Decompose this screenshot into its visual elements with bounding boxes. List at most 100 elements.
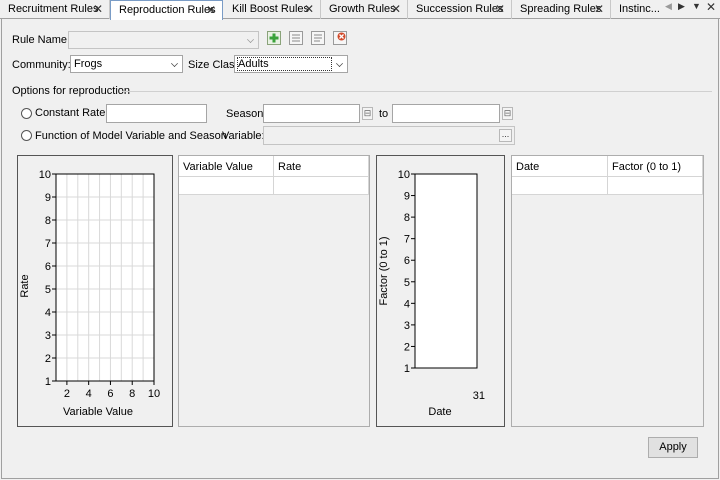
y-tick-label: 2: [45, 353, 51, 365]
tab-label: Reproduction Rules: [119, 4, 216, 16]
y-tick-label: 8: [404, 212, 410, 224]
table-cell[interactable]: [179, 177, 274, 195]
y-tick-label: 10: [39, 169, 51, 181]
add-rule-icon[interactable]: [267, 31, 281, 45]
column-header-rate[interactable]: Rate: [274, 156, 369, 177]
tab-instinct-rules[interactable]: Instinc...: [611, 0, 662, 19]
x-axis-label: Variable Value: [63, 406, 133, 418]
season-to-picker-icon[interactable]: ⊟: [502, 107, 513, 120]
variable-input[interactable]: [263, 126, 515, 145]
table-cell[interactable]: [512, 177, 608, 195]
triangle-left-icon[interactable]: ◀: [665, 1, 672, 12]
close-icon[interactable]: ✕: [304, 0, 314, 18]
y-tick-label: 2: [404, 341, 410, 353]
column-header-date[interactable]: Date: [512, 156, 608, 177]
function-label: Function of Model Variable and Season: [35, 130, 227, 142]
constant-rate-label: Constant Rate:: [35, 107, 109, 119]
y-tick-label: 7: [404, 234, 410, 246]
x-tick-label: 8: [129, 388, 135, 400]
y-axis-label: Rate: [19, 274, 31, 297]
x-tick-label: 4: [86, 388, 92, 400]
season-to-input[interactable]: [392, 104, 500, 123]
rate-table[interactable]: Variable Value Rate: [178, 155, 370, 427]
list-icon[interactable]: [289, 31, 303, 45]
browse-button[interactable]: ...: [499, 129, 512, 142]
y-axis-label: Factor (0 to 1): [378, 236, 390, 305]
tab-recruitment-rules[interactable]: Recruitment Rules ✕: [0, 0, 110, 19]
tab-reproduction-rules[interactable]: Reproduction Rules ✕: [110, 0, 223, 20]
plot-area: [55, 173, 155, 382]
x-tick-label: 31: [473, 390, 485, 402]
y-tick-label: 1: [404, 363, 410, 375]
constant-rate-radio[interactable]: [21, 108, 32, 119]
factor-table[interactable]: Date Factor (0 to 1): [511, 155, 704, 427]
table-cell[interactable]: [608, 177, 703, 195]
y-tick-label: 5: [404, 277, 410, 289]
x-tick-label: 2: [64, 388, 70, 400]
to-label: to: [379, 108, 389, 120]
table-row[interactable]: [179, 177, 369, 195]
constant-rate-input[interactable]: [106, 104, 207, 123]
tab-label: Growth Rules: [329, 3, 396, 15]
chevron-down-icon: [247, 36, 254, 43]
tab-label: Kill Boost Rules: [232, 3, 310, 15]
variable-label: Variable:: [222, 130, 265, 142]
season-from-input[interactable]: [263, 104, 360, 123]
tab-kill-boost-rules[interactable]: Kill Boost Rules ✕: [224, 0, 321, 19]
close-icon[interactable]: ✕: [206, 1, 216, 19]
plot-area: [414, 173, 478, 369]
tab-label: Succession Rules: [416, 3, 504, 15]
y-tick-label: 6: [404, 255, 410, 267]
delete-rule-icon[interactable]: [333, 31, 347, 45]
y-tick-label: 8: [45, 215, 51, 227]
y-tick-label: 6: [45, 261, 51, 273]
triangle-down-icon[interactable]: ▼: [692, 1, 701, 11]
close-icon[interactable]: ✕: [93, 0, 103, 18]
factor-chart: 1 2 3 4 5 6 7 8 9 10 31 Date Factor (0 to 1): [378, 169, 485, 418]
list-alt-icon[interactable]: [311, 31, 325, 45]
y-tick-label: 7: [45, 238, 51, 250]
y-tick-label: 4: [404, 298, 410, 310]
close-icon[interactable]: ✕: [495, 0, 505, 18]
table-cell[interactable]: [274, 177, 369, 195]
triangle-right-icon[interactable]: ▶: [678, 1, 685, 12]
x-tick-label: 6: [107, 388, 113, 400]
y-tick-label: 3: [45, 330, 51, 342]
chevron-down-icon: [336, 60, 343, 67]
rate-chart-panel: 1 2 3 4 5 6 7 8 9 10 2 4 6 8 10 Variable Value Rate: [17, 155, 173, 427]
rule-name-label: Rule Name:: [12, 34, 71, 46]
rate-chart: 1 2 3 4 5 6 7 8 9 10 2 4 6 8 10 Variable Value Rate: [19, 169, 160, 418]
tab-label: Spreading Rules: [520, 3, 602, 15]
factor-chart-panel: 1 2 3 4 5 6 7 8 9 10 31 Date Factor (0 to 1): [376, 155, 505, 427]
function-radio[interactable]: [21, 130, 32, 141]
y-tick-label: 9: [404, 191, 410, 203]
close-icon[interactable]: ✕: [391, 0, 401, 18]
tab-growth-rules[interactable]: Growth Rules ✕: [321, 0, 408, 19]
tab-strip: Recruitment Rules ✕ Reproduction Rules ✕…: [0, 0, 720, 20]
y-tick-label: 5: [45, 284, 51, 296]
tab-spreading-rules[interactable]: Spreading Rules ✕: [512, 0, 611, 19]
chevron-down-icon: [171, 60, 178, 67]
close-icon[interactable]: ✕: [594, 0, 604, 18]
community-select[interactable]: Frogs: [70, 55, 183, 73]
y-tick-label: 1: [45, 376, 51, 388]
community-label: Community:: [12, 59, 71, 71]
season-from-picker-icon[interactable]: ⊟: [362, 107, 373, 120]
table-row[interactable]: [512, 177, 703, 195]
tab-label: Recruitment Rules: [8, 3, 99, 15]
column-header-factor[interactable]: Factor (0 to 1): [608, 156, 703, 177]
season-label: Season:: [226, 108, 267, 120]
tab-succession-rules[interactable]: Succession Rules ✕: [408, 0, 512, 19]
x-axis-label: Date: [428, 406, 451, 418]
size-class-select[interactable]: Adults: [234, 55, 348, 73]
y-tick-label: 4: [45, 307, 51, 319]
tab-label: Instinc...: [619, 3, 660, 15]
y-tick-label: 3: [404, 320, 410, 332]
apply-button[interactable]: Apply: [648, 437, 698, 458]
close-icon[interactable]: ✕: [706, 0, 716, 14]
y-tick-label: 10: [398, 169, 410, 181]
table-header: Date Factor (0 to 1): [512, 156, 703, 177]
column-header-variable-value[interactable]: Variable Value: [179, 156, 274, 177]
rule-name-select[interactable]: [68, 31, 259, 49]
x-tick-label: 10: [148, 388, 160, 400]
